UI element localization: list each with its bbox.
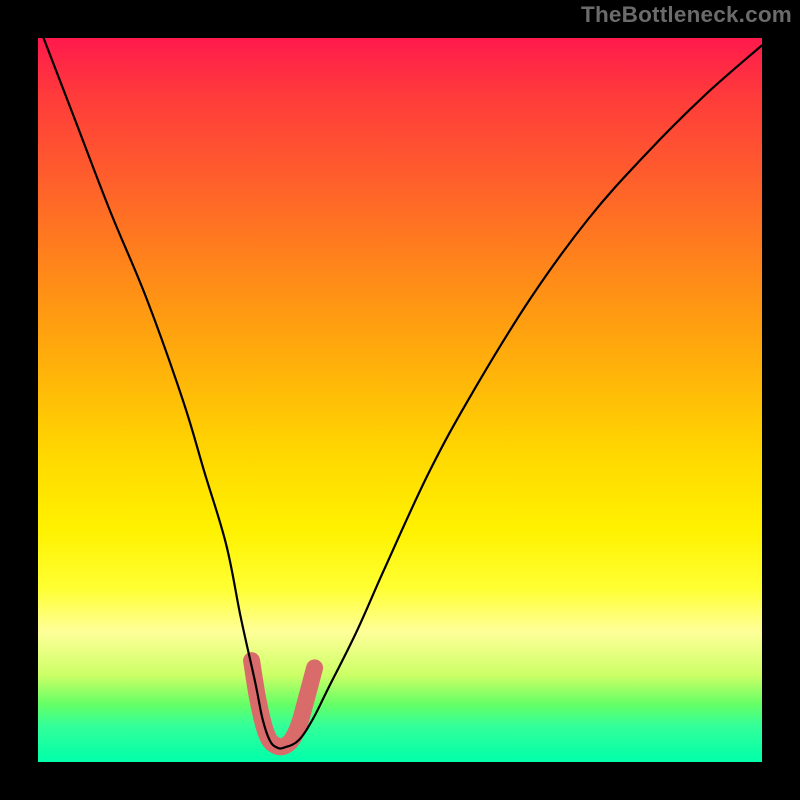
optimal-zone-marker xyxy=(252,661,315,747)
chart-svg xyxy=(38,38,762,762)
watermark-text: TheBottleneck.com xyxy=(581,2,792,28)
bottleneck-curve xyxy=(38,38,762,748)
plot-area xyxy=(38,38,762,762)
chart-stage: TheBottleneck.com xyxy=(0,0,800,800)
